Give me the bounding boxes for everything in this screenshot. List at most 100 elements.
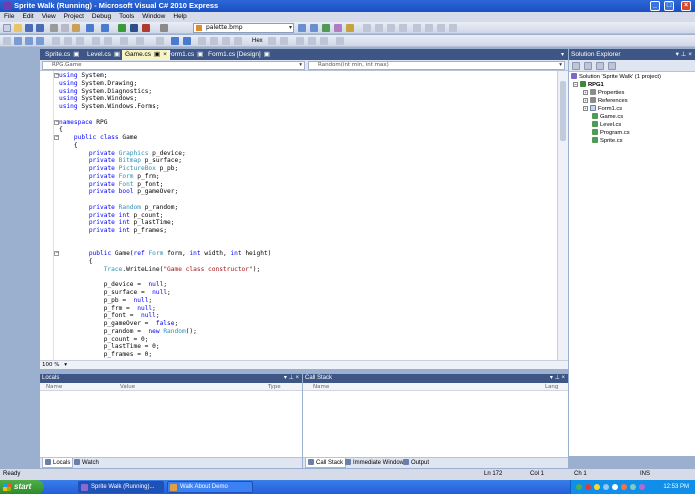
chevron-down-icon[interactable]: ▾ <box>289 24 292 32</box>
view-code-icon[interactable] <box>608 62 616 70</box>
code-line[interactable]: private PictureBox p_pb; <box>59 165 271 173</box>
tree-item-program[interactable]: Program.cs <box>592 129 630 137</box>
taskbar-item-visual-studio[interactable]: Sprite Walk (Running)... <box>78 481 164 493</box>
tab-sprite-cs[interactable]: Sprite.cs ▣ <box>42 50 82 60</box>
solution-explorer-icon[interactable] <box>310 24 318 32</box>
tray-app-icon[interactable] <box>630 484 636 490</box>
tab-level-cs[interactable]: Level.cs ▣ <box>84 50 123 60</box>
watch-icon[interactable] <box>76 37 84 45</box>
immediate-icon[interactable] <box>104 37 112 45</box>
save-icon[interactable] <box>25 24 33 32</box>
window-layout-icon[interactable] <box>296 37 304 45</box>
tree-item-form1[interactable]: + Form1.cs <box>583 105 622 113</box>
close-button[interactable]: × <box>681 1 691 11</box>
menu-window[interactable]: Window <box>138 12 169 22</box>
cascade-icon[interactable] <box>320 37 328 45</box>
code-line[interactable]: Trace.WriteLine("Game class constructor"… <box>59 266 271 274</box>
call-stack-list[interactable] <box>303 391 568 457</box>
code-editor[interactable]: − − − − using System; using System.Drawin… <box>40 71 557 360</box>
clock[interactable]: 12:53 PM <box>663 480 689 494</box>
code-line[interactable]: p_frm = null; <box>59 305 271 313</box>
code-line[interactable]: p_random = new Random(); <box>59 328 271 336</box>
registers-icon[interactable] <box>156 37 164 45</box>
paste-icon[interactable] <box>72 24 80 32</box>
pane-controls[interactable]: ▾ ⊥ × <box>550 374 565 383</box>
code-line[interactable] <box>59 243 271 251</box>
locals-icon[interactable] <box>64 37 72 45</box>
code-line[interactable]: { <box>59 258 271 266</box>
code-line[interactable]: p_lastTime = 0; <box>59 343 271 351</box>
column-value[interactable]: Value <box>120 383 135 391</box>
code-line[interactable]: p_surface = null; <box>59 289 271 297</box>
locals-list[interactable] <box>40 391 302 457</box>
menu-file[interactable]: File <box>0 12 18 22</box>
chevron-down-icon[interactable]: ▾ <box>64 362 67 368</box>
code-line[interactable]: using System.Drawing; <box>59 80 271 88</box>
outdent-icon[interactable] <box>399 24 407 32</box>
step-icon[interactable] <box>160 24 168 32</box>
modules-icon[interactable] <box>222 37 230 45</box>
uncomment-icon[interactable] <box>375 24 383 32</box>
type-dropdown[interactable]: RPG.Game ▾ <box>42 61 305 70</box>
tree-item-solution[interactable]: Solution 'Sprite Walk' (1 project) <box>571 73 661 81</box>
expand-icon[interactable]: + <box>583 90 588 95</box>
code-line[interactable]: p_pb = null; <box>59 297 271 305</box>
tab-game-cs[interactable]: Game.cs ▣ × <box>122 50 170 60</box>
menu-project[interactable]: Project <box>60 12 88 22</box>
code-line[interactable]: p_frames = 0; <box>59 351 271 359</box>
find-in-files-icon[interactable] <box>298 24 306 32</box>
break-all-icon[interactable] <box>130 24 138 32</box>
code-line[interactable]: p_font = null; <box>59 312 271 320</box>
maximize-button[interactable]: □ <box>664 1 674 11</box>
code-line[interactable]: private Graphics p_device; <box>59 150 271 158</box>
tab-immediate-window[interactable]: Immediate Window <box>343 458 406 468</box>
code-line[interactable]: { <box>59 142 271 150</box>
stop-debugging-icon[interactable] <box>142 24 150 32</box>
code-line[interactable]: using System.Diagnostics; <box>59 88 271 96</box>
object-browser-icon[interactable] <box>334 24 342 32</box>
show-all-files-icon[interactable] <box>584 62 592 70</box>
continue-icon[interactable] <box>118 24 126 32</box>
clear-bookmarks-icon[interactable] <box>449 24 457 32</box>
menu-edit[interactable]: Edit <box>18 12 37 22</box>
column-name[interactable]: Name <box>46 383 62 391</box>
code-line[interactable]: private int p_lastTime; <box>59 219 271 227</box>
tile-icon[interactable] <box>308 37 316 45</box>
tree-item-references[interactable]: + References <box>583 97 628 105</box>
tree-item-properties[interactable]: + Properties <box>583 89 624 97</box>
code-line[interactable]: private Random p_random; <box>59 204 271 212</box>
code-line[interactable]: public class Game <box>59 134 271 142</box>
tab-watch[interactable]: Watch <box>72 458 101 468</box>
redo-icon[interactable] <box>101 24 109 32</box>
security-icon[interactable] <box>585 484 591 490</box>
undo-icon[interactable] <box>86 24 94 32</box>
expand-icon[interactable]: + <box>583 106 588 111</box>
navigate-backward-icon[interactable] <box>171 37 179 45</box>
expand-icon[interactable]: + <box>583 98 588 103</box>
code-line[interactable]: p_count = 0; <box>59 336 271 344</box>
column-name[interactable]: Name <box>313 383 329 391</box>
tree-item-game[interactable]: Game.cs <box>592 113 623 121</box>
code-line[interactable]: using System; <box>59 72 271 80</box>
open-file-icon[interactable] <box>14 24 22 32</box>
disassembly-icon[interactable] <box>198 37 206 45</box>
properties-icon[interactable] <box>572 62 580 70</box>
code-line[interactable]: private bool p_gameOver; <box>59 188 271 196</box>
tab-call-stack[interactable]: Call Stack <box>305 458 347 468</box>
menu-debug[interactable]: Debug <box>88 12 115 22</box>
tray-app-icon[interactable] <box>621 484 627 490</box>
toolbox-icon[interactable] <box>346 24 354 32</box>
code-line[interactable]: public Game(ref Form form, int width, in… <box>59 250 272 258</box>
taskbar-item-walk-about-demo[interactable]: Walk About Demo <box>167 481 253 493</box>
editor-vertical-scrollbar[interactable] <box>557 71 568 360</box>
code-line[interactable]: using System.Windows.Forms; <box>59 103 271 111</box>
format-icon[interactable] <box>268 37 276 45</box>
step-into-icon[interactable] <box>14 37 22 45</box>
code-line[interactable]: private int p_frames; <box>59 227 271 235</box>
copy-icon[interactable] <box>61 24 69 32</box>
menu-help[interactable]: Help <box>169 12 190 22</box>
column-lang[interactable]: Lang <box>545 383 558 391</box>
tab-form1-cs[interactable]: Form1.cs ▣ <box>164 50 206 60</box>
code-line[interactable] <box>59 111 271 119</box>
pane-controls[interactable]: ▾ ⊥ × <box>676 49 692 60</box>
